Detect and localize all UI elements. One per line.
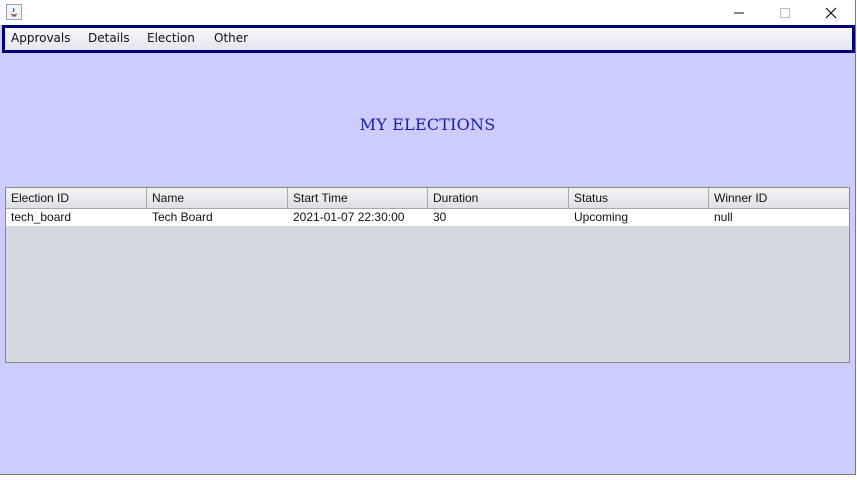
menu-other[interactable]: Other [214, 31, 248, 46]
column-header-duration[interactable]: Duration [428, 188, 569, 208]
maximize-icon [780, 7, 790, 18]
cell-winner-id[interactable]: null [709, 209, 849, 226]
minimize-button[interactable] [716, 0, 762, 25]
column-header-election-id[interactable]: Election ID [6, 188, 147, 208]
cell-duration[interactable]: 30 [428, 209, 569, 226]
elections-table[interactable]: Election ID Name Start Time Duration Sta… [5, 187, 850, 363]
cell-election-id[interactable]: tech_board [6, 209, 147, 226]
app-window: Approvals Details Election Other MY ELEC… [0, 0, 856, 475]
page-title: MY ELECTIONS [359, 115, 496, 134]
title-bar[interactable] [0, 0, 855, 25]
close-icon [825, 7, 837, 18]
cell-name[interactable]: Tech Board [147, 209, 288, 226]
cell-start-time[interactable]: 2021-01-07 22:30:00 [288, 209, 428, 226]
close-button[interactable] [808, 0, 854, 25]
column-header-winner-id[interactable]: Winner ID [709, 188, 849, 208]
table-header: Election ID Name Start Time Duration Sta… [6, 188, 849, 209]
menu-election[interactable]: Election [147, 31, 195, 46]
maximize-button[interactable] [762, 0, 808, 25]
minimize-icon [734, 12, 744, 13]
menu-bar: Approvals Details Election Other [2, 25, 855, 53]
cell-status[interactable]: Upcoming [569, 209, 709, 226]
table-row[interactable]: tech_board Tech Board 2021-01-07 22:30:0… [6, 209, 849, 226]
column-header-status[interactable]: Status [569, 188, 709, 208]
menu-approvals[interactable]: Approvals [11, 31, 71, 46]
menu-details[interactable]: Details [88, 31, 130, 46]
main-panel: MY ELECTIONS Election ID Name Start Time… [2, 53, 853, 472]
column-header-name[interactable]: Name [147, 188, 288, 208]
column-header-start-time[interactable]: Start Time [288, 188, 428, 208]
java-app-icon[interactable] [6, 4, 22, 20]
